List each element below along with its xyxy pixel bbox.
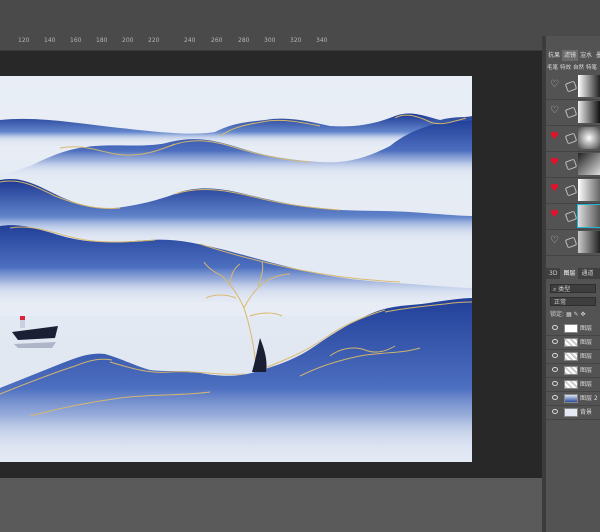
layer-row[interactable]: 背景 bbox=[546, 406, 600, 420]
ink-landscape-artwork bbox=[0, 76, 472, 462]
tab-ink[interactable]: 墨脂 bbox=[594, 50, 600, 61]
eye-icon[interactable] bbox=[552, 367, 558, 372]
lock-transparent-icon[interactable]: ▦ bbox=[566, 311, 572, 318]
lock-paint-icon[interactable]: ✎ bbox=[574, 311, 579, 318]
style-panel-tabs: 抗果 滤镜 渲水 墨脂 bbox=[546, 50, 600, 61]
heart-filled-icon[interactable]: ♥ bbox=[550, 132, 559, 142]
layer-row[interactable]: 图层 bbox=[546, 378, 600, 392]
status-area bbox=[0, 478, 542, 532]
heart-filled-icon[interactable]: ♥ bbox=[550, 158, 559, 168]
style-row[interactable]: ♥ bbox=[546, 125, 600, 152]
layer-thumbnail bbox=[564, 338, 578, 347]
layer-name[interactable]: 图层 bbox=[580, 379, 592, 388]
folder-icon bbox=[564, 106, 578, 119]
eye-icon[interactable] bbox=[552, 381, 558, 386]
heart-outline-icon[interactable]: ♡ bbox=[550, 236, 559, 246]
ruler-tick: 260 bbox=[211, 37, 223, 44]
layer-thumbnail bbox=[564, 408, 578, 417]
layer-name[interactable]: 图层 bbox=[580, 337, 592, 346]
tab-effects[interactable]: 抗果 bbox=[546, 50, 562, 61]
subtab-natural[interactable]: 自然 bbox=[572, 63, 585, 72]
layer-filter-select[interactable]: ⌕ 类型 bbox=[550, 284, 596, 293]
filter-label: 类型 bbox=[558, 286, 571, 293]
eye-icon[interactable] bbox=[552, 353, 558, 358]
layer-thumbnail bbox=[564, 366, 578, 375]
layer-thumbnail bbox=[564, 380, 578, 389]
layer-row[interactable]: 图层 bbox=[546, 322, 600, 336]
heart-outline-icon[interactable]: ♡ bbox=[550, 80, 559, 90]
style-thumbnail[interactable] bbox=[578, 179, 600, 201]
layer-row[interactable]: 图层 bbox=[546, 336, 600, 350]
folder-icon bbox=[564, 132, 578, 145]
subtab-special[interactable]: 特效 bbox=[559, 63, 572, 72]
heart-outline-icon[interactable]: ♡ bbox=[550, 106, 559, 116]
layers-panel-tabs: 3D 图层 通道 bbox=[546, 268, 600, 279]
ruler-tick: 240 bbox=[184, 37, 196, 44]
tab-channels[interactable]: 通道 bbox=[578, 268, 596, 279]
ruler-tick: 220 bbox=[148, 37, 160, 44]
eye-icon[interactable] bbox=[552, 339, 558, 344]
right-panel: 抗果 滤镜 渲水 墨脂 毛笔 特效 自然 特笔 ♡ ♡ ♥ ♥ ♥ ♥ bbox=[546, 36, 600, 532]
eye-icon[interactable] bbox=[552, 325, 558, 330]
style-row[interactable]: ♥ bbox=[546, 177, 600, 204]
eye-icon[interactable] bbox=[552, 395, 558, 400]
layer-thumbnail bbox=[564, 352, 578, 361]
ruler-tick: 120 bbox=[18, 37, 30, 44]
ruler-tick: 180 bbox=[96, 37, 108, 44]
heart-filled-icon[interactable]: ♥ bbox=[550, 210, 559, 220]
heart-filled-icon[interactable]: ♥ bbox=[550, 184, 559, 194]
layer-name[interactable]: 背景 bbox=[580, 407, 592, 416]
style-thumbnail[interactable] bbox=[578, 101, 600, 123]
style-subtabs: 毛笔 特效 自然 特笔 bbox=[546, 63, 600, 72]
layer-name[interactable]: 图层 bbox=[580, 323, 592, 332]
blend-mode-value: 正常 bbox=[554, 299, 567, 306]
subtab-special-brush[interactable]: 特笔 bbox=[585, 63, 598, 72]
style-thumbnail[interactable] bbox=[578, 153, 600, 175]
layer-row[interactable]: 图层 bbox=[546, 364, 600, 378]
document-canvas[interactable] bbox=[0, 76, 472, 462]
ruler-tick: 300 bbox=[264, 37, 276, 44]
style-row[interactable]: ♥ bbox=[546, 203, 600, 230]
style-thumbnail[interactable] bbox=[578, 231, 600, 253]
ruler-tick: 140 bbox=[44, 37, 56, 44]
layer-name[interactable]: 图层 bbox=[580, 351, 592, 360]
layer-thumbnail bbox=[564, 394, 578, 403]
folder-icon bbox=[564, 158, 578, 171]
eye-icon[interactable] bbox=[552, 409, 558, 414]
lock-label: 锁定: bbox=[550, 311, 565, 318]
layer-name[interactable]: 图层 2 bbox=[580, 393, 598, 402]
style-row[interactable]: ♥ bbox=[546, 151, 600, 178]
tab-water[interactable]: 渲水 bbox=[578, 50, 594, 61]
tab-filters[interactable]: 滤镜 bbox=[562, 50, 579, 61]
lock-move-icon[interactable]: ✥ bbox=[581, 311, 586, 318]
lock-controls: 锁定: ▦ ✎ ✥ bbox=[550, 310, 600, 319]
folder-icon bbox=[564, 80, 578, 93]
ruler-tick: 280 bbox=[238, 37, 250, 44]
layer-row[interactable]: 图层 2 bbox=[546, 392, 600, 406]
layer-name[interactable]: 图层 bbox=[580, 365, 592, 374]
style-thumbnail[interactable] bbox=[578, 75, 600, 97]
blend-mode-select[interactable]: 正常 bbox=[550, 297, 596, 306]
folder-icon bbox=[564, 210, 578, 223]
subtab-brush[interactable]: 毛笔 bbox=[546, 63, 559, 72]
tab-3d[interactable]: 3D bbox=[546, 268, 560, 279]
options-bar bbox=[0, 0, 600, 36]
folder-icon bbox=[564, 184, 578, 197]
layer-thumbnail bbox=[564, 324, 578, 333]
style-row[interactable]: ♡ bbox=[546, 229, 600, 256]
search-icon: ⌕ bbox=[553, 286, 557, 293]
style-row[interactable]: ♡ bbox=[546, 73, 600, 100]
ruler-tick: 160 bbox=[70, 37, 82, 44]
style-thumbnail[interactable] bbox=[578, 127, 600, 149]
tab-layers[interactable]: 图层 bbox=[560, 268, 579, 279]
layer-row[interactable]: 图层 bbox=[546, 350, 600, 364]
folder-icon bbox=[564, 236, 578, 249]
style-row[interactable]: ♡ bbox=[546, 99, 600, 126]
horizontal-ruler: 120 140 160 180 200 220 240 260 280 300 … bbox=[0, 36, 542, 51]
ruler-tick: 340 bbox=[316, 37, 328, 44]
style-thumbnail-selected[interactable] bbox=[577, 204, 600, 228]
ruler-tick: 200 bbox=[122, 37, 134, 44]
ruler-tick: 320 bbox=[290, 37, 302, 44]
